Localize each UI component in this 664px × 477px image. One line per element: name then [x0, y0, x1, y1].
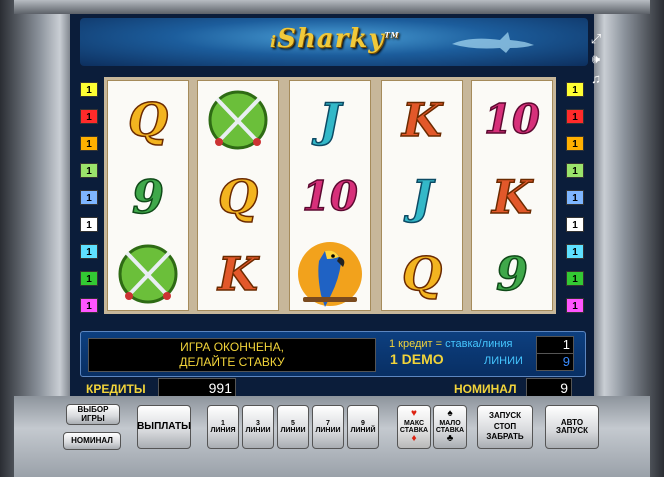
symbol-k: K [217, 246, 258, 302]
heart-icon: ♥ [411, 408, 417, 420]
lines-value: 9 [536, 353, 574, 371]
line-indicator[interactable]: 1 [80, 244, 98, 259]
symbol-j: J [410, 169, 433, 225]
reel-symbol: 10 [472, 81, 552, 158]
symbol-j: J [318, 92, 341, 148]
music-note-icon[interactable]: ♫ [586, 71, 606, 87]
crossed-swords-icon [208, 90, 268, 149]
reel-2: Q K [197, 80, 279, 311]
line-indicator[interactable]: 1 [566, 244, 584, 259]
select-game-button[interactable]: ВЫБОР ИГРЫ [66, 404, 120, 425]
line-indicator[interactable]: 1 [566, 217, 584, 232]
line-indicator[interactable]: 1 [566, 163, 584, 178]
line-indicator[interactable]: 1 [80, 163, 98, 178]
fullscreen-icon[interactable]: ⤢ [586, 31, 606, 47]
reel-4: K J Q [381, 80, 463, 311]
line-indicator[interactable]: 1 [80, 271, 98, 286]
auto-start-button[interactable]: АВТО ЗАПУСК [545, 405, 599, 449]
game-message: ИГРА ОКОНЧЕНА, ДЕЛАЙТЕ СТАВКУ [88, 338, 376, 372]
lines-5-button[interactable]: 5 ЛИНИИ [277, 405, 309, 449]
line-indicator[interactable]: 1 [566, 136, 584, 151]
reel-symbol: 9 [108, 158, 188, 235]
nominal-button[interactable]: НОМИНАЛ [63, 432, 121, 450]
min-bet-button[interactable]: ♠ МАЛО СТАВКА ♣ [433, 405, 467, 449]
payouts-button[interactable]: ВЫПЛАТЫ [137, 405, 191, 449]
lines-1-button[interactable]: 1 ЛИНИЯ [207, 405, 239, 449]
crossed-swords-icon [118, 244, 178, 303]
shark-icon [452, 32, 534, 53]
reel-symbol [108, 235, 188, 312]
reel-symbol: K [382, 81, 462, 158]
speaker-icon[interactable]: 🕪 [586, 51, 606, 67]
lines-3-button[interactable]: 3 ЛИНИИ [242, 405, 274, 449]
reel-symbol: J [382, 158, 462, 235]
credit-rule-label: 1 кредит = ставка/линия [389, 338, 513, 350]
reel-symbol: Q [108, 81, 188, 158]
game-header: iSharkyTM [80, 18, 588, 66]
reel-1: Q 9 [107, 80, 189, 311]
credits-value: 991 [158, 378, 236, 398]
line-indicator[interactable]: 1 [80, 109, 98, 124]
max-bet-button[interactable]: ♥ МАКС СТАВКА ♦ [397, 405, 431, 449]
line-indicator[interactable]: 1 [566, 271, 584, 286]
line-indicator[interactable]: 1 [80, 190, 98, 205]
lines-label: ЛИНИИ [484, 355, 523, 367]
line-indicator[interactable]: 1 [80, 136, 98, 151]
symbol-q: Q [127, 92, 169, 148]
demo-label: 1 DEMO [390, 351, 444, 367]
reel-symbol: 9 [472, 235, 552, 312]
reel-symbol [198, 81, 278, 158]
symbol-q: Q [401, 246, 443, 302]
line-indicator[interactable]: 1 [80, 298, 98, 313]
symbol-10: 10 [301, 172, 358, 221]
reel-symbol: K [198, 235, 278, 312]
game-logo: iSharkyTM [270, 24, 400, 54]
parrot-icon [298, 241, 362, 307]
symbol-k: K [401, 92, 442, 148]
diamond-icon: ♦ [411, 433, 417, 445]
top-bezel [14, 0, 650, 14]
spade-icon: ♠ [447, 408, 453, 420]
line-indicator[interactable]: 1 [566, 82, 584, 97]
reel-symbol: 10 [290, 158, 370, 235]
club-icon: ♣ [446, 433, 454, 445]
line-indicator[interactable]: 1 [566, 298, 584, 313]
bet-value: 1 [536, 336, 574, 354]
nominal-value: 9 [526, 378, 572, 398]
reel-symbol: K [472, 158, 552, 235]
line-indicator[interactable]: 1 [566, 109, 584, 124]
nominal-label: НОМИНАЛ [454, 382, 517, 396]
reels-area: Q 9 Q K J 10 K J Q 10 K 9 [104, 77, 556, 314]
reel-symbol [290, 235, 370, 312]
line-indicator[interactable]: 1 [80, 82, 98, 97]
symbol-q: Q [217, 169, 259, 225]
line-indicator[interactable]: 1 [566, 190, 584, 205]
reel-symbol: J [290, 81, 370, 158]
reel-5: 10 K 9 [471, 80, 553, 311]
start-button[interactable]: ЗАПУСК СТОП ЗАБРАТЬ [477, 405, 533, 449]
symbol-k: K [491, 169, 532, 225]
reel-symbol: Q [198, 158, 278, 235]
symbol-9: 9 [131, 169, 165, 225]
reel-3: J 10 [289, 80, 371, 311]
line-indicator[interactable]: 1 [80, 217, 98, 232]
lines-7-button[interactable]: 7 ЛИНИИ [312, 405, 344, 449]
symbol-10: 10 [483, 95, 540, 144]
lines-9-button[interactable]: 9 ЛИНИЙ [347, 405, 379, 449]
reel-symbol: Q [382, 235, 462, 312]
symbol-9: 9 [495, 246, 529, 302]
credits-label: КРЕДИТЫ [86, 382, 146, 396]
